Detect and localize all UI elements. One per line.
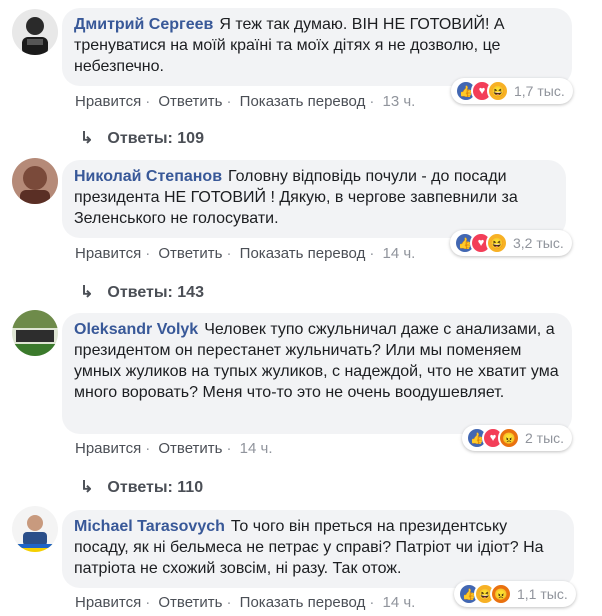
like-link[interactable]: Нравится	[75, 594, 141, 611]
comment-bubble: Николай Степанов Головну відповідь почули…	[62, 160, 566, 238]
comment-author[interactable]: Николай Степанов	[74, 168, 222, 185]
timestamp[interactable]: 14 ч.	[240, 440, 273, 457]
comment-bubble: Дмитрий Сергеев Я теж так думаю. ВІН НЕ Г…	[62, 8, 572, 86]
comment-author[interactable]: Дмитрий Сергеев	[74, 16, 213, 33]
reply-link[interactable]: Ответить	[158, 245, 222, 262]
timestamp[interactable]: 14 ч.	[383, 245, 416, 262]
angry-icon: 😠	[498, 427, 520, 449]
avatar[interactable]	[12, 506, 58, 552]
reactions-summary[interactable]: 👍 ♥ 😆 3,2 тыс.	[450, 230, 572, 256]
comment-actions: Нравится · Ответить · Показать перевод · 14…	[75, 594, 416, 611]
reply-link[interactable]: Ответить	[158, 594, 222, 611]
avatar[interactable]	[12, 310, 58, 356]
reaction-count: 2 тыс.	[525, 430, 565, 446]
reply-link[interactable]: Ответить	[158, 440, 222, 457]
timestamp[interactable]: 14 ч.	[383, 594, 416, 611]
show-translation-link[interactable]: Показать перевод	[240, 245, 366, 262]
reactions-summary[interactable]: 👍 ♥ 😆 1,7 тыс.	[451, 78, 573, 104]
show-translation-link[interactable]: Показать перевод	[240, 93, 366, 110]
comment-actions: Нравится · Ответить · 14 ч.	[75, 440, 273, 457]
comment-bubble: Oleksandr Volyk Человек тупо сжульничал д…	[62, 313, 572, 434]
replies-link[interactable]: ↳ Ответы: 143	[80, 282, 204, 302]
reaction-count: 1,1 тыс.	[517, 586, 568, 602]
reaction-count: 3,2 тыс.	[513, 235, 564, 251]
reply-arrow-icon: ↳	[80, 479, 94, 496]
comment-actions: Нравится · Ответить · Показать перевод · 13…	[75, 93, 416, 110]
show-translation-link[interactable]: Показать перевод	[240, 594, 366, 611]
haha-icon: 😆	[487, 80, 509, 102]
replies-link[interactable]: ↳ Ответы: 109	[80, 128, 204, 148]
comment-actions: Нравится · Ответить · Показать перевод · 14…	[75, 245, 416, 262]
avatar[interactable]	[12, 9, 58, 55]
replies-link[interactable]: ↳ Ответы: 110	[80, 477, 203, 497]
reaction-count: 1,7 тыс.	[514, 83, 565, 99]
like-link[interactable]: Нравится	[75, 440, 141, 457]
like-link[interactable]: Нравится	[75, 245, 141, 262]
reply-link[interactable]: Ответить	[158, 93, 222, 110]
reactions-summary[interactable]: 👍 ♥ 😠 2 тыс.	[462, 425, 573, 451]
reply-arrow-icon: ↳	[80, 284, 94, 301]
like-link[interactable]: Нравится	[75, 93, 141, 110]
comment-author[interactable]: Oleksandr Volyk	[74, 321, 198, 338]
comment-author[interactable]: Michael Tarasovych	[74, 518, 225, 535]
avatar[interactable]	[12, 158, 58, 204]
reactions-summary[interactable]: 👍 😆 😠 1,1 тыс.	[454, 581, 576, 607]
angry-icon: 😠	[490, 583, 512, 605]
reply-arrow-icon: ↳	[80, 130, 94, 147]
timestamp[interactable]: 13 ч.	[383, 93, 416, 110]
comment-bubble: Michael Tarasovych То чого він преться на…	[62, 510, 574, 588]
haha-icon: 😆	[486, 232, 508, 254]
